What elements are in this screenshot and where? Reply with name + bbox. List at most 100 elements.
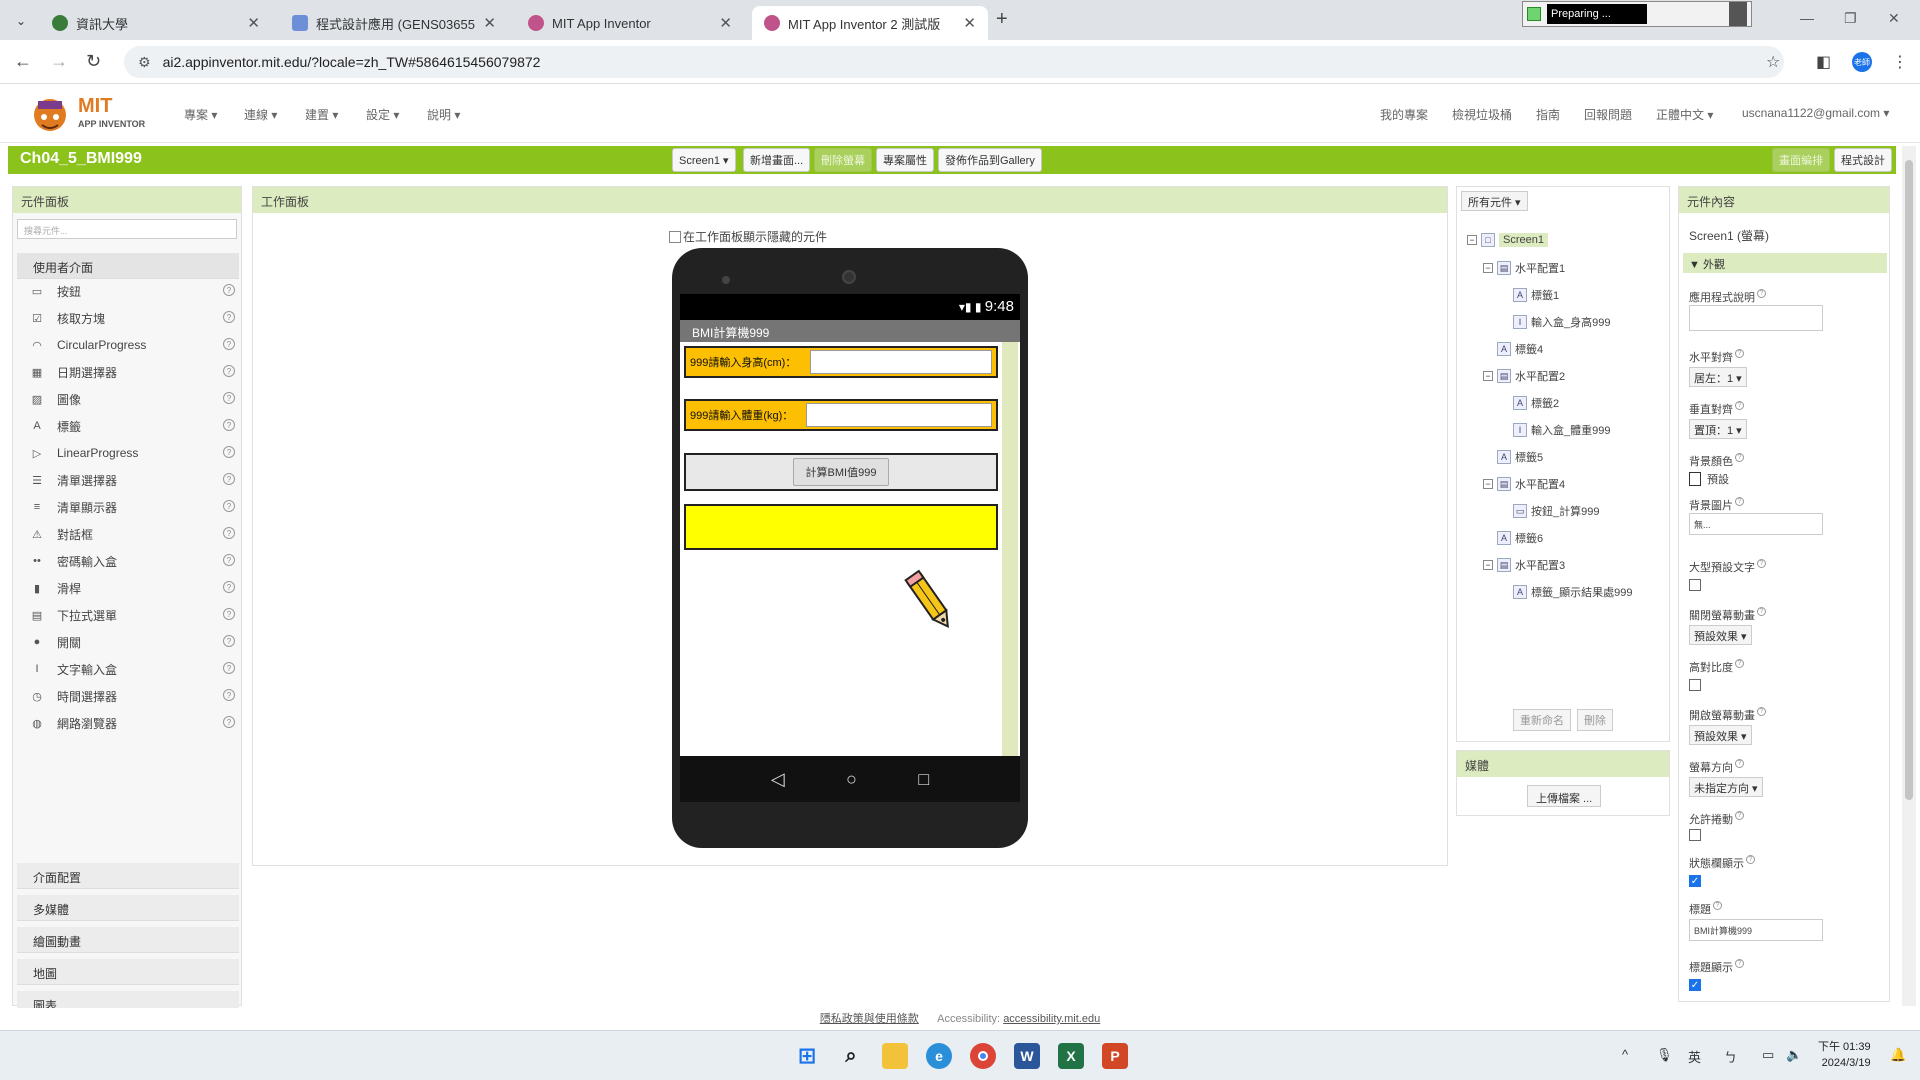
file-explorer-icon[interactable] bbox=[882, 1043, 908, 1069]
palette-item[interactable]: ▦ 日期選擇器? bbox=[29, 360, 239, 384]
help-icon[interactable]: ? bbox=[223, 284, 235, 296]
palette-item[interactable]: A 標籤? bbox=[29, 414, 239, 438]
palette-item[interactable]: ☰ 清單選擇器? bbox=[29, 468, 239, 492]
palette-category-layout[interactable]: 介面配置 bbox=[17, 863, 239, 889]
bookmark-star-icon[interactable]: ☆ bbox=[1766, 52, 1780, 72]
menu-help[interactable]: 說明 ▾ bbox=[427, 106, 460, 123]
show-hidden-components-option[interactable]: 在工作面板顯示隱藏的元件 bbox=[669, 228, 827, 245]
minimize-icon[interactable]: — bbox=[1800, 10, 1814, 26]
app-description-input[interactable] bbox=[1689, 305, 1823, 331]
view-trash-link[interactable]: 檢視垃圾桶 bbox=[1452, 106, 1512, 123]
height-textbox[interactable] bbox=[810, 350, 992, 374]
help-icon[interactable]: ? bbox=[223, 527, 235, 539]
label-1[interactable]: 999請輸入身高(cm)： bbox=[690, 354, 810, 370]
horizontal-arrangement-1[interactable]: 999請輸入身高(cm)： bbox=[684, 346, 998, 378]
report-issue-link[interactable]: 回報問題 bbox=[1584, 106, 1632, 123]
palette-item[interactable]: ◷ 時間選擇器? bbox=[29, 684, 239, 708]
palette-item[interactable]: ◍ 網路瀏覽器? bbox=[29, 711, 239, 735]
open-screen-animation-dropdown[interactable]: 預設效果 ▾ bbox=[1689, 725, 1752, 745]
palette-category-maps[interactable]: 地圖 bbox=[17, 959, 239, 985]
help-icon[interactable]: ? bbox=[223, 662, 235, 674]
notifications-bell-icon[interactable]: 🔔 bbox=[1890, 1047, 1906, 1063]
tree-node[interactable]: ▭ 按鈕_計算999 bbox=[1499, 503, 1599, 519]
ime-indicator[interactable]: 英 bbox=[1688, 1047, 1701, 1066]
project-properties-button[interactable]: 專案屬性 bbox=[876, 148, 934, 172]
help-icon[interactable]: ? bbox=[223, 635, 235, 647]
show-status-bar-checkbox[interactable]: ✓ bbox=[1689, 875, 1701, 887]
close-screen-animation-dropdown[interactable]: 預設效果 ▾ bbox=[1689, 625, 1752, 645]
help-icon[interactable]: ? bbox=[223, 365, 235, 377]
align-vertical-dropdown[interactable]: 置頂：1 ▾ bbox=[1689, 419, 1747, 439]
palette-item[interactable]: ● 開關? bbox=[29, 630, 239, 654]
palette-item[interactable]: ≡ 清單顯示器? bbox=[29, 495, 239, 519]
search-icon[interactable]: ⌕ bbox=[838, 1043, 864, 1069]
background-image-input[interactable]: 無... bbox=[1689, 513, 1823, 535]
menu-build[interactable]: 建置 ▾ bbox=[305, 106, 338, 123]
horizontal-arrangement-3-result[interactable] bbox=[684, 504, 998, 550]
windows-start-icon[interactable]: ⊞ bbox=[794, 1043, 820, 1069]
horizontal-arrangement-2[interactable]: 999請輸入體重(kg)： bbox=[684, 399, 998, 431]
screen-orientation-dropdown[interactable]: 未指定方向 ▾ bbox=[1689, 777, 1763, 797]
forward-arrow-icon[interactable]: → bbox=[50, 51, 68, 72]
palette-item[interactable]: ◠ CircularProgress? bbox=[29, 333, 239, 357]
blocks-button[interactable]: 程式設計 bbox=[1834, 148, 1892, 172]
publish-gallery-button[interactable]: 發佈作品到Gallery bbox=[938, 148, 1042, 172]
collapse-toggle-icon[interactable]: − bbox=[1483, 479, 1493, 489]
calculate-bmi-button[interactable]: 計算BMI值999 bbox=[792, 458, 890, 486]
palette-item[interactable]: ☑ 核取方塊? bbox=[29, 306, 239, 330]
tree-node[interactable]: A 標籤4 bbox=[1483, 341, 1543, 357]
help-icon[interactable]: ? bbox=[223, 473, 235, 485]
reload-icon[interactable]: ↻ bbox=[86, 51, 101, 72]
label-2[interactable]: 999請輸入體重(kg)： bbox=[690, 407, 806, 423]
palette-item[interactable]: ▤ 下拉式選單? bbox=[29, 603, 239, 627]
tree-node[interactable]: A 標籤_顯示結果處999 bbox=[1499, 584, 1632, 600]
browser-tab-2[interactable]: 程式設計應用 (GENS03655A1 ✕ bbox=[280, 6, 508, 40]
side-panel-icon[interactable]: ◧ bbox=[1816, 52, 1831, 72]
menu-connect[interactable]: 連線 ▾ bbox=[244, 106, 277, 123]
restore-icon[interactable]: ❐ bbox=[1844, 10, 1857, 27]
accessibility-link[interactable]: accessibility.mit.edu bbox=[1003, 1013, 1100, 1025]
collapse-toggle-icon[interactable]: − bbox=[1483, 371, 1493, 381]
chrome-browser-icon[interactable] bbox=[970, 1043, 996, 1069]
palette-item[interactable]: ▮ 滑桿? bbox=[29, 576, 239, 600]
big-default-text-checkbox[interactable] bbox=[1689, 579, 1701, 591]
palette-search-input[interactable]: 搜尋元件... bbox=[17, 219, 237, 239]
appearance-section-header[interactable]: ▼ 外觀 bbox=[1683, 253, 1887, 273]
help-icon[interactable]: ? bbox=[223, 311, 235, 323]
palette-category-user-interface[interactable]: 使用者介面 bbox=[17, 253, 239, 279]
word-icon[interactable]: W bbox=[1014, 1043, 1040, 1069]
new-tab-plus-icon[interactable]: + bbox=[996, 8, 1008, 31]
volume-icon[interactable]: 🔈 bbox=[1786, 1047, 1802, 1063]
palette-item[interactable]: ⚠ 對話框? bbox=[29, 522, 239, 546]
collapse-toggle-icon[interactable]: − bbox=[1483, 560, 1493, 570]
close-tab-icon[interactable]: ✕ bbox=[247, 14, 260, 32]
language-menu[interactable]: 正體中文 ▾ bbox=[1656, 106, 1713, 123]
microphone-icon[interactable]: 🎙 bbox=[1656, 1047, 1673, 1063]
weight-textbox[interactable] bbox=[806, 403, 992, 427]
profile-avatar[interactable]: 老師 bbox=[1852, 52, 1872, 72]
tree-node[interactable]: − □ Screen1 bbox=[1467, 233, 1548, 247]
tab-search-chevron-icon[interactable]: ⌄ bbox=[10, 10, 32, 32]
help-icon[interactable]: ? bbox=[223, 446, 235, 458]
account-menu[interactable]: uscnana1122@gmail.com ▾ bbox=[1742, 106, 1889, 120]
system-clock[interactable]: 下午 01:39 2024/3/19 bbox=[1818, 1039, 1871, 1071]
my-projects-link[interactable]: 我的專案 bbox=[1380, 106, 1428, 123]
help-icon[interactable]: ? bbox=[223, 554, 235, 566]
palette-category-media[interactable]: 多媒體 bbox=[17, 895, 239, 921]
title-input[interactable]: BMI計算機999 bbox=[1689, 919, 1823, 941]
tree-node[interactable]: − ▤ 水平配置4 bbox=[1483, 476, 1565, 492]
site-info-icon[interactable]: ⚙ bbox=[138, 54, 151, 71]
page-scrollbar-thumb[interactable] bbox=[1905, 160, 1913, 800]
palette-item[interactable]: I 文字輸入盒? bbox=[29, 657, 239, 681]
browser-tab-1[interactable]: 資訊大學 ✕ bbox=[40, 6, 272, 40]
scrollable-checkbox[interactable] bbox=[1689, 829, 1701, 841]
browser-tab-3[interactable]: MIT App Inventor ✕ bbox=[516, 6, 744, 40]
all-components-dropdown[interactable]: 所有元件 ▾ bbox=[1461, 191, 1528, 211]
collapse-toggle-icon[interactable]: − bbox=[1467, 235, 1477, 245]
close-tab-icon[interactable]: ✕ bbox=[719, 14, 732, 32]
help-icon[interactable]: ? bbox=[223, 338, 235, 350]
page-scrollbar[interactable] bbox=[1902, 146, 1916, 1006]
palette-item[interactable]: ▭ 按鈕? bbox=[29, 279, 239, 303]
excel-icon[interactable]: X bbox=[1058, 1043, 1084, 1069]
guide-link[interactable]: 指南 bbox=[1536, 106, 1560, 123]
